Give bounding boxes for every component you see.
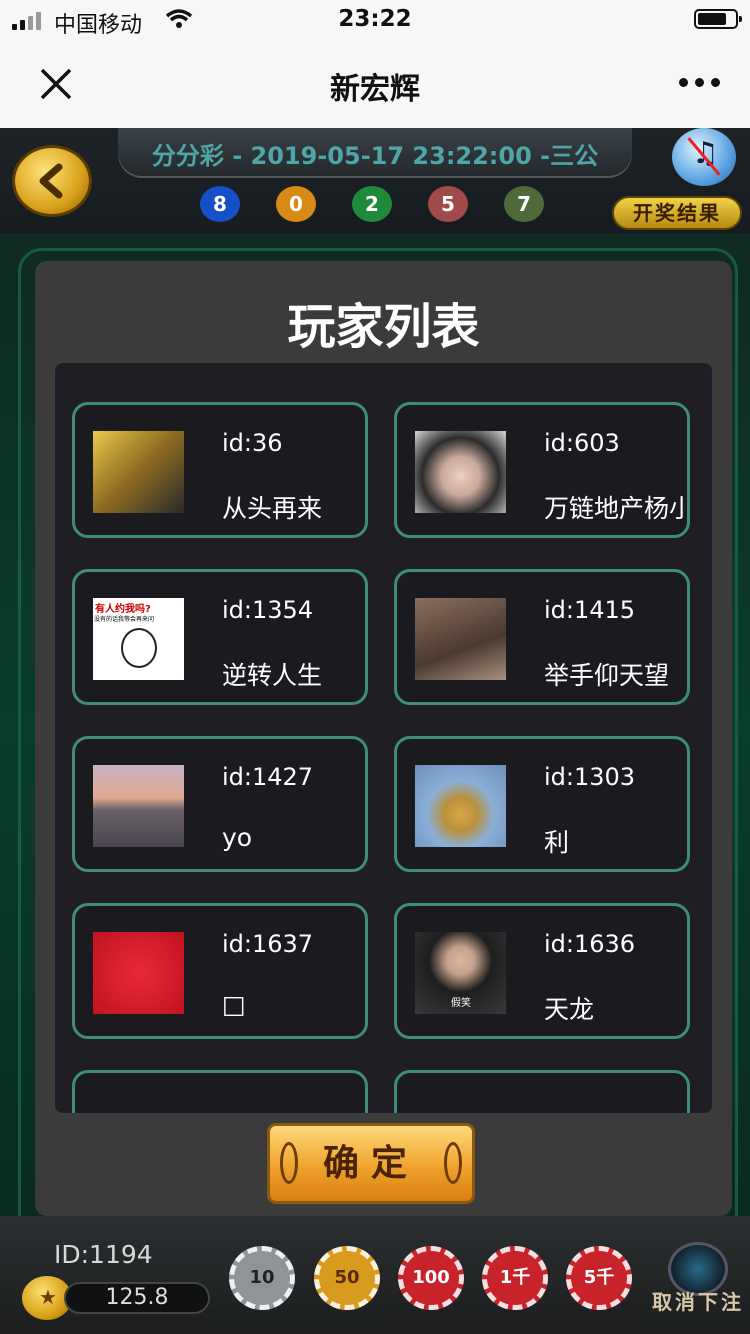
player-card[interactable]: id:603 万链地产杨小 — [394, 402, 690, 538]
player-id: id:1303 — [544, 763, 636, 791]
chip-label: 1千 — [499, 1267, 531, 1288]
player-name: yo — [222, 823, 253, 852]
chip-100[interactable]: 100 — [398, 1246, 464, 1310]
lottery-title: 分分彩 - 2019-05-17 23:22:00 -三公 — [151, 142, 599, 170]
result-balls: 8 0 2 5 7 — [200, 186, 544, 222]
result-ball: 2 — [352, 186, 392, 222]
chip-50[interactable]: 50 — [314, 1246, 380, 1310]
player-name: 逆转人生 — [222, 661, 323, 690]
status-bar: 中国移动 23:22 — [0, 0, 750, 40]
player-name: 举手仰天望 — [544, 661, 670, 690]
player-avatar — [93, 932, 184, 1014]
player-card[interactable] — [394, 1070, 690, 1113]
modal-title: 玩家列表 — [287, 299, 480, 355]
player-card[interactable] — [72, 1070, 368, 1113]
player-id: id:36 — [222, 429, 283, 457]
chip-label: 100 — [412, 1267, 450, 1288]
player-list-modal: 玩家列表 id:36 从头再来 id:603 万链地产杨小 有人约我吗? 没有的… — [35, 261, 732, 1216]
player-card[interactable]: id:1637 □ — [72, 903, 368, 1039]
more-icon[interactable] — [679, 78, 720, 87]
player-id: id:1637 — [222, 930, 314, 958]
cancel-bet-button[interactable]: 取消下注 — [652, 1286, 744, 1315]
player-name: 从头再来 — [222, 494, 323, 523]
music-toggle-button[interactable]: ♫ — [672, 128, 736, 186]
chevron-left-icon — [39, 163, 63, 199]
results-button[interactable]: 开奖结果 — [612, 196, 742, 230]
player-avatar: 假笑 — [415, 932, 506, 1014]
confirm-label: 确定 — [322, 1143, 419, 1184]
player-card[interactable]: id:1427 yo — [72, 736, 368, 872]
chip-5000[interactable]: 5千 — [566, 1246, 632, 1310]
lottery-bar: 分分彩 - 2019-05-17 23:22:00 -三公 — [118, 128, 632, 178]
player-avatar: 有人约我吗? 没有的话我等会再来问 — [93, 598, 184, 680]
player-avatar — [93, 431, 184, 513]
battery-icon — [694, 9, 742, 29]
player-card[interactable]: 假笑 id:1636 天龙 — [394, 903, 690, 1039]
avatar-caption: 没有的话我等会再来问 — [94, 616, 155, 623]
player-avatar — [415, 598, 506, 680]
back-button[interactable] — [15, 148, 89, 214]
player-avatar — [415, 431, 506, 513]
player-name: 利 — [544, 828, 570, 857]
player-id: id:1636 — [544, 930, 636, 958]
player-card[interactable]: id:36 从头再来 — [72, 402, 368, 538]
avatar-caption: 假笑 — [451, 998, 471, 1009]
player-name: 万链地产杨小 — [544, 494, 684, 523]
result-ball: 7 — [504, 186, 544, 222]
player-name: 天龙 — [544, 995, 595, 1024]
nav-bar: 新宏辉 — [0, 40, 750, 129]
clock: 23:22 — [338, 6, 412, 32]
chip-label: 10 — [249, 1267, 275, 1288]
player-id: id:1415 — [544, 596, 636, 624]
player-card[interactable]: id:1303 利 — [394, 736, 690, 872]
user-id: ID:1194 — [54, 1240, 153, 1269]
player-avatar — [93, 765, 184, 847]
page-title: 新宏辉 — [330, 72, 420, 107]
confirm-button[interactable]: 确定 — [270, 1126, 472, 1201]
player-avatar — [415, 765, 506, 847]
bottom-bar: ID:1194 ★ 125.8 10 50 100 1千 5千 取消下注 — [0, 1216, 750, 1334]
result-ball: 0 — [276, 186, 316, 222]
chip-1000[interactable]: 1千 — [482, 1246, 548, 1310]
player-card[interactable]: id:1415 举手仰天望 — [394, 569, 690, 705]
player-id: id:1427 — [222, 763, 314, 791]
ornament-icon — [280, 1142, 298, 1184]
balance: 125.8 — [64, 1282, 210, 1314]
ornament-icon — [444, 1142, 462, 1184]
player-id: id:603 — [544, 429, 620, 457]
player-list[interactable]: id:36 从头再来 id:603 万链地产杨小 有人约我吗? 没有的话我等会再… — [55, 363, 712, 1113]
result-ball: 5 — [428, 186, 468, 222]
player-id: id:1354 — [222, 596, 314, 624]
result-ball: 8 — [200, 186, 240, 222]
chip-label: 50 — [334, 1267, 360, 1288]
chip-10[interactable]: 10 — [229, 1246, 295, 1310]
player-name: □ — [222, 990, 246, 1019]
avatar-caption: 有人约我吗? — [95, 604, 151, 615]
chip-label: 5千 — [583, 1267, 615, 1288]
player-card[interactable]: 有人约我吗? 没有的话我等会再来问 id:1354 逆转人生 — [72, 569, 368, 705]
music-note-icon: ♫ — [692, 136, 719, 171]
